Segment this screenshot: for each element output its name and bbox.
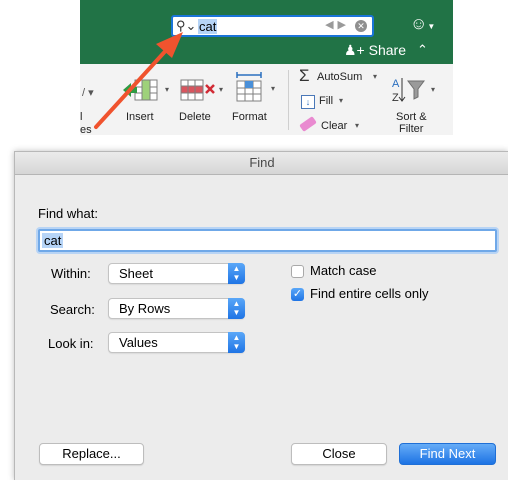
entire-cells-label[interactable]: Find entire cells only [310,286,429,301]
ribbon-title-bar: ⚲⌄ cat ◀▶ ✕ ☺▼ ♟+ Share ⌃ [80,0,453,64]
lookin-label: Look in: [48,336,94,351]
insert-button[interactable]: ▾ Insert [118,64,169,135]
autosum-caret-icon: ▾ [373,72,378,81]
match-case-checkbox[interactable] [291,265,304,278]
chevron-updown-icon: ▲ ▼ [228,332,245,353]
find-what-value: cat [42,233,64,248]
clear-caret-icon: ▾ [355,121,360,130]
fill-down-icon: ↓ [301,95,315,109]
clear-label: Clear [321,120,348,132]
fill-caret-icon: ▾ [339,96,344,105]
format-label: Format [232,111,267,123]
partial-caret-icon: / ▾ [82,87,94,99]
delete-button[interactable]: ▾ Delete [176,64,226,135]
match-case-label[interactable]: Match case [310,263,376,278]
format-button[interactable]: ▾ Format [230,64,280,135]
share-label: Share [368,42,406,58]
dialog-title[interactable]: Find [15,152,508,175]
autosum-label: AutoSum [317,71,363,83]
search-value: By Rows [119,301,171,316]
clear-search-icon[interactable]: ✕ [355,20,367,32]
partial-ribbon-label: l [80,111,83,123]
excel-ribbon: ⚲⌄ cat ◀▶ ✕ ☺▼ ♟+ Share ⌃ l es / ▾ ▾ Ins… [80,0,453,135]
search-sheet-value: cat [198,19,218,34]
chevron-updown-icon: ▲ ▼ [228,298,245,319]
within-label: Within: [51,266,91,281]
within-value: Sheet [119,266,153,281]
fill-label: Fill [319,95,334,107]
search-select[interactable]: By Rows ▲ ▼ [108,298,245,319]
add-person-icon: ♟+ [344,42,365,58]
chevron-updown-icon: ▲ ▼ [228,263,245,284]
sort-filter-label-line1: Sort & [396,111,427,123]
entire-cells-checkbox[interactable]: ✓ [291,288,304,301]
magnifier-icon[interactable]: ⚲⌄ [176,18,196,34]
find-what-input[interactable]: cat [38,229,497,252]
sigma-icon: Σ [299,66,310,85]
find-next-button[interactable]: Find Next [399,443,496,465]
replace-button[interactable]: Replace... [39,443,144,465]
search-sheet-field[interactable]: ⚲⌄ cat ◀▶ ✕ [171,15,374,37]
insert-cells-icon: ▾ [121,77,169,108]
search-prev-next-icons[interactable]: ◀▶ [325,18,350,31]
sort-filter-label-line2: Filter [399,123,424,135]
eraser-icon [299,116,317,132]
search-label: Search: [50,302,95,317]
clear-button[interactable]: Clear ▾ [299,116,369,135]
lookin-value: Values [119,335,158,350]
find-dialog: Find Find what: cat Within: Sheet ▲ ▼ Sea… [14,151,508,480]
share-button[interactable]: ♟+ Share [344,42,406,59]
format-cells-icon: ▾ [235,72,275,109]
sort-filter-button[interactable]: A Z ▾ Sort & Filter [391,64,451,135]
insert-label: Insert [126,111,154,123]
svg-text:Z: Z [392,92,399,104]
fill-button[interactable]: ↓ Fill ▾ [299,93,359,111]
delete-cells-icon: ▾ [179,77,223,108]
svg-text:A: A [392,78,400,90]
collapse-ribbon-icon[interactable]: ⌃ [417,42,428,58]
autosum-button[interactable]: Σ AutoSum ▾ [299,66,389,86]
delete-label: Delete [179,111,211,123]
sort-filter-icon: A Z ▾ [392,78,436,104]
ribbon-separator [288,70,289,130]
lookin-select[interactable]: Values ▲ ▼ [108,332,245,353]
find-what-label: Find what: [38,206,98,221]
partial-ribbon-label-2: es [80,124,92,135]
close-button[interactable]: Close [291,443,387,465]
within-select[interactable]: Sheet ▲ ▼ [108,263,245,284]
smiley-feedback-icon[interactable]: ☺▼ [410,14,435,34]
